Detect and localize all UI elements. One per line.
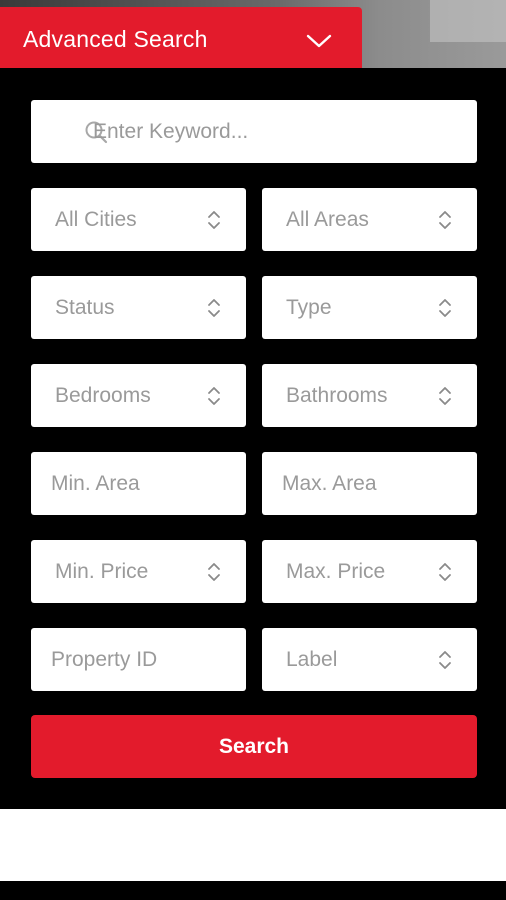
- max-area-input[interactable]: Max. Area: [262, 452, 477, 515]
- updown-chevron-icon: [439, 562, 451, 581]
- chevron-down-icon: [306, 34, 332, 48]
- search-button-label: Search: [218, 734, 290, 758]
- advanced-search-toggle[interactable]: Advanced Search: [0, 7, 362, 68]
- keyword-input[interactable]: Enter Keyword...: [31, 100, 477, 163]
- updown-chevron-icon: [439, 386, 451, 405]
- bathrooms-select[interactable]: Bathrooms: [262, 364, 477, 427]
- min-area-placeholder: Min. Area: [51, 471, 140, 495]
- city-select[interactable]: All Cities: [31, 188, 246, 251]
- property-id-input[interactable]: Property ID: [31, 628, 246, 691]
- bedrooms-select[interactable]: Bedrooms: [31, 364, 246, 427]
- label-select[interactable]: Label: [262, 628, 477, 691]
- advanced-search-panel: [0, 68, 506, 808]
- status-select[interactable]: Status: [31, 276, 246, 339]
- max-area-placeholder: Max. Area: [282, 471, 377, 495]
- content-area: [0, 809, 506, 881]
- max-price-select-value: Max. Price: [286, 559, 386, 583]
- property-id-placeholder: Property ID: [51, 647, 158, 671]
- updown-chevron-icon: [439, 210, 451, 229]
- min-price-select-value: Min. Price: [55, 559, 149, 583]
- bottom-bar: [0, 881, 506, 900]
- type-select-value: Type: [286, 295, 332, 319]
- search-button[interactable]: Search: [31, 715, 477, 778]
- advanced-search-title: Advanced Search: [23, 26, 208, 52]
- updown-chevron-icon: [208, 386, 220, 405]
- updown-chevron-icon: [208, 562, 220, 581]
- bedrooms-select-value: Bedrooms: [55, 383, 151, 407]
- max-price-select[interactable]: Max. Price: [262, 540, 477, 603]
- updown-chevron-icon: [208, 210, 220, 229]
- area-select-value: All Areas: [286, 207, 369, 231]
- label-select-value: Label: [286, 647, 338, 671]
- hero-image-detail: [430, 0, 506, 42]
- min-area-input[interactable]: Min. Area: [31, 452, 246, 515]
- city-select-value: All Cities: [55, 207, 137, 231]
- status-select-value: Status: [55, 295, 115, 319]
- keyword-placeholder: Enter Keyword...: [93, 119, 249, 143]
- updown-chevron-icon: [439, 650, 451, 669]
- min-price-select[interactable]: Min. Price: [31, 540, 246, 603]
- area-select[interactable]: All Areas: [262, 188, 477, 251]
- bathrooms-select-value: Bathrooms: [286, 383, 388, 407]
- type-select[interactable]: Type: [262, 276, 477, 339]
- updown-chevron-icon: [439, 298, 451, 317]
- updown-chevron-icon: [208, 298, 220, 317]
